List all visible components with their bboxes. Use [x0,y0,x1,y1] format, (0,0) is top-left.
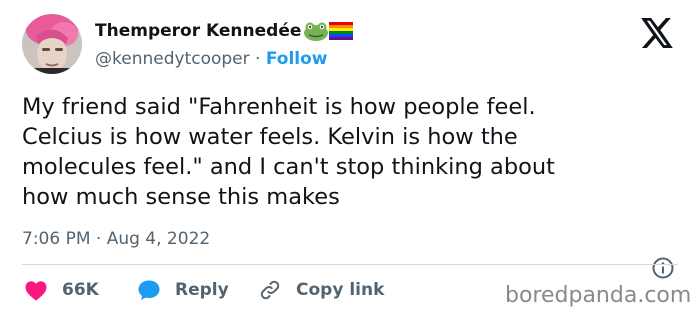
like-count: 66K [62,280,99,300]
reply-label: Reply [175,280,229,300]
reply-bubble-icon [138,280,160,300]
link-icon [260,280,280,300]
like-button[interactable]: 66K [24,278,99,302]
handle-separator: · [255,49,261,69]
author-display-name[interactable]: Themperor Kennedée [95,21,301,41]
tweet-text: My friend said "Fahrenheit is how people… [22,94,555,210]
info-icon[interactable] [651,256,675,280]
x-logo-icon[interactable] [641,18,674,48]
author-handle[interactable]: @kennedytcooper [95,49,250,69]
divider [22,264,678,265]
frog-icon [304,22,329,41]
avatar-image [22,14,82,74]
heart-icon [25,281,47,301]
tweet-timestamp[interactable]: 7:06 PM · Aug 4, 2022 [22,229,210,249]
follow-button[interactable]: Follow [266,49,328,69]
watermark: boredpanda.com [505,283,692,308]
copy-link-label: Copy link [296,280,385,300]
author-handle-row: @kennedytcooper · Follow [95,49,328,69]
rainbow-flag-icon [329,22,354,40]
copy-link-button[interactable]: Copy link [258,278,384,302]
avatar[interactable] [22,14,82,74]
author-name-row[interactable]: Themperor Kennedée [95,21,354,41]
reply-button[interactable]: Reply [137,278,229,302]
